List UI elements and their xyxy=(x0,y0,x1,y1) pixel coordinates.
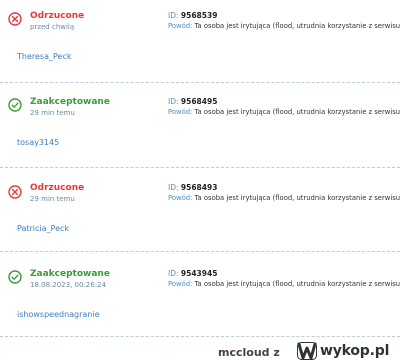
status-label: Zaakceptowane xyxy=(30,97,110,107)
username-link[interactable]: ishowspeednagranie xyxy=(17,310,100,320)
reason-text: Ta osoba jest irytująca (flood, utrudnia… xyxy=(194,280,400,288)
username-link[interactable]: Theresa_Peck xyxy=(17,52,71,62)
status-label: Zaakceptowane xyxy=(30,269,110,279)
username-link[interactable]: tosay3145 xyxy=(17,138,59,148)
report-reason: Powód: Ta osoba jest irytująca (flood, u… xyxy=(168,108,400,117)
divider xyxy=(0,336,400,337)
id-label: ID: xyxy=(168,97,179,106)
report-reason: Powód: Ta osoba jest irytująca (flood, u… xyxy=(168,194,400,203)
footer-attribution: mccloud z xyxy=(218,346,280,359)
reason-text: Ta osoba jest irytująca (flood, utrudnia… xyxy=(194,194,400,202)
report-id: ID: 9543945 xyxy=(168,269,217,279)
id-value: 9568495 xyxy=(180,97,218,106)
report-item: Zaakceptowane 18.08.2023, 00:26:24 ID: 9… xyxy=(0,252,400,332)
id-value: 9568539 xyxy=(180,11,218,20)
wykop-logo-icon xyxy=(297,342,317,360)
x-circle-icon xyxy=(8,185,22,199)
x-circle-icon xyxy=(8,12,22,26)
report-item: Zaakceptowane 29 min temu ID: 9568495 Po… xyxy=(0,83,400,163)
status-time: 29 min temu xyxy=(30,109,75,117)
report-reason: Powód: Ta osoba jest irytująca (flood, u… xyxy=(168,280,400,289)
report-item: Odrzucone 29 min temu ID: 9568493 Powód:… xyxy=(0,168,400,248)
status-time: 29 min temu xyxy=(30,195,75,203)
status-label: Odrzucone xyxy=(30,183,85,193)
status-time: 18.08.2023, 00:26:24 xyxy=(30,281,106,289)
logo-text: wykop.pl xyxy=(320,343,390,359)
id-label: ID: xyxy=(168,269,179,278)
status-label: Odrzucone xyxy=(30,11,85,21)
status-time: przed chwilą xyxy=(30,23,75,31)
reason-text: Ta osoba jest irytująca (flood, utrudnia… xyxy=(194,108,400,116)
connector-text: z xyxy=(273,346,280,359)
report-reason: Powód: Ta osoba jest irytująca (flood, u… xyxy=(168,22,400,31)
id-value: 9543945 xyxy=(180,269,218,278)
id-label: ID: xyxy=(168,11,179,20)
wykop-logo: wykop.pl xyxy=(297,341,389,361)
reason-label: Powód: xyxy=(168,108,193,116)
username-link[interactable]: Patricia_Peck xyxy=(17,224,69,234)
reason-label: Powód: xyxy=(168,194,193,202)
check-circle-icon xyxy=(8,270,22,284)
check-circle-icon xyxy=(8,98,22,112)
reason-label: Powód: xyxy=(168,280,193,288)
report-id: ID: 9568493 xyxy=(168,183,217,193)
report-item: Odrzucone przed chwilą ID: 9568539 Powód… xyxy=(0,0,400,80)
reason-text: Ta osoba jest irytująca (flood, utrudnia… xyxy=(194,22,400,30)
report-id: ID: 9568539 xyxy=(168,11,217,21)
id-label: ID: xyxy=(168,183,179,192)
reason-label: Powód: xyxy=(168,22,193,30)
author-name: mccloud xyxy=(218,346,270,359)
report-id: ID: 9568495 xyxy=(168,97,217,107)
id-value: 9568493 xyxy=(180,183,218,192)
